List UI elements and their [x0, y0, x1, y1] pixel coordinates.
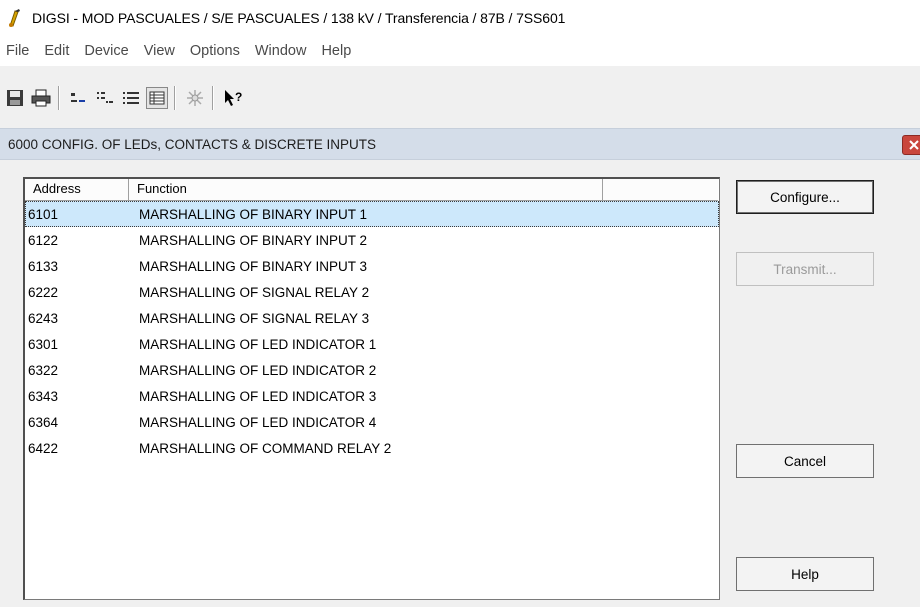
- help-button[interactable]: Help: [736, 557, 874, 591]
- save-icon[interactable]: [4, 87, 26, 109]
- address-cell: 6364: [28, 414, 59, 430]
- cancel-button[interactable]: Cancel: [736, 444, 874, 478]
- table-row[interactable]: 6243 MARSHALLING OF SIGNAL RELAY 3: [25, 305, 719, 331]
- close-icon: [909, 140, 919, 150]
- toolbar-separator: [174, 86, 176, 110]
- menu-help[interactable]: Help: [321, 43, 351, 59]
- menu-window[interactable]: Window: [255, 43, 307, 59]
- list-rows: 6101 MARSHALLING OF BINARY INPUT 1 6122 …: [25, 201, 719, 461]
- toolbar: ?: [0, 80, 920, 116]
- context-help-icon[interactable]: ?: [222, 87, 244, 109]
- function-cell: MARSHALLING OF BINARY INPUT 3: [139, 258, 368, 274]
- list-header: Address Function: [25, 179, 719, 201]
- menu-view[interactable]: View: [144, 43, 175, 59]
- table-row[interactable]: 6101 MARSHALLING OF BINARY INPUT 1: [25, 201, 719, 227]
- close-button[interactable]: [902, 135, 920, 155]
- column-header-empty[interactable]: [603, 179, 718, 201]
- toolbar-separator: [212, 86, 214, 110]
- table-row[interactable]: 6301 MARSHALLING OF LED INDICATOR 1: [25, 331, 719, 357]
- table-row[interactable]: 6422 MARSHALLING OF COMMAND RELAY 2: [25, 435, 719, 461]
- configure-button[interactable]: Configure...: [736, 180, 874, 214]
- table-row[interactable]: 6133 MARSHALLING OF BINARY INPUT 3: [25, 253, 719, 279]
- wand-icon[interactable]: [184, 87, 206, 109]
- list-view-icon[interactable]: [94, 87, 116, 109]
- function-cell: MARSHALLING OF COMMAND RELAY 2: [139, 440, 392, 456]
- function-cell: MARSHALLING OF LED INDICATOR 3: [139, 388, 377, 404]
- menu-bar: File Edit Device View Options Window Hel…: [0, 36, 920, 66]
- address-cell: 6122: [28, 232, 59, 248]
- address-cell: 6133: [28, 258, 59, 274]
- print-icon[interactable]: [30, 87, 52, 109]
- menu-edit[interactable]: Edit: [44, 43, 69, 59]
- window-title: DIGSI - MOD PASCUALES / S/E PASCUALES / …: [32, 10, 566, 26]
- table-row[interactable]: 6343 MARSHALLING OF LED INDICATOR 3: [25, 383, 719, 409]
- function-cell: MARSHALLING OF SIGNAL RELAY 2: [139, 284, 370, 300]
- small-icons-icon[interactable]: [68, 87, 90, 109]
- function-cell: MARSHALLING OF LED INDICATOR 1: [139, 336, 377, 352]
- svg-text:?: ?: [235, 90, 242, 104]
- column-header-function[interactable]: Function: [129, 179, 603, 201]
- address-cell: 6422: [28, 440, 59, 456]
- table-row[interactable]: 6364 MARSHALLING OF LED INDICATOR 4: [25, 409, 719, 435]
- table-row[interactable]: 6322 MARSHALLING OF LED INDICATOR 2: [25, 357, 719, 383]
- function-list[interactable]: Address Function 6101 MARSHALLING OF BIN…: [23, 177, 720, 600]
- address-cell: 6243: [28, 310, 59, 326]
- digsi-app-icon: [9, 9, 20, 27]
- address-cell: 6343: [28, 388, 59, 404]
- function-cell: MARSHALLING OF SIGNAL RELAY 3: [139, 310, 370, 326]
- address-cell: 6222: [28, 284, 59, 300]
- detail-grid-icon[interactable]: [146, 87, 168, 109]
- menu-file[interactable]: File: [6, 43, 29, 59]
- title-bar: DIGSI - MOD PASCUALES / S/E PASCUALES / …: [0, 0, 920, 36]
- function-cell: MARSHALLING OF BINARY INPUT 2: [139, 232, 368, 248]
- table-row[interactable]: 6222 MARSHALLING OF SIGNAL RELAY 2: [25, 279, 719, 305]
- table-row[interactable]: 6122 MARSHALLING OF BINARY INPUT 2: [25, 227, 719, 253]
- menu-options[interactable]: Options: [190, 43, 240, 59]
- document-title: 6000 CONFIG. OF LEDs, CONTACTS & DISCRET…: [8, 136, 377, 152]
- menu-device[interactable]: Device: [84, 43, 128, 59]
- toolbar-separator: [58, 86, 60, 110]
- address-cell: 6301: [28, 336, 59, 352]
- column-header-address[interactable]: Address: [25, 179, 129, 201]
- address-cell: 6101: [28, 206, 59, 222]
- details-view-icon[interactable]: [120, 87, 142, 109]
- document-title-bar: 6000 CONFIG. OF LEDs, CONTACTS & DISCRET…: [0, 128, 920, 160]
- function-cell: MARSHALLING OF BINARY INPUT 1: [139, 206, 368, 222]
- address-cell: 6322: [28, 362, 59, 378]
- function-cell: MARSHALLING OF LED INDICATOR 2: [139, 362, 377, 378]
- transmit-button[interactable]: Transmit...: [736, 252, 874, 286]
- function-cell: MARSHALLING OF LED INDICATOR 4: [139, 414, 377, 430]
